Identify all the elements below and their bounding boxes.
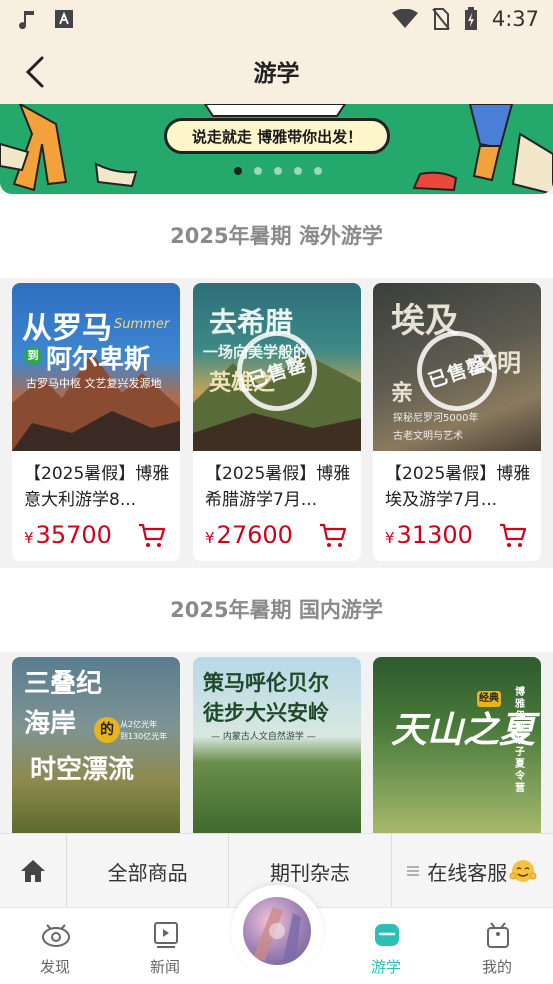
carousel-dot-5[interactable]: [314, 167, 322, 175]
carousel-dot-4[interactable]: [294, 167, 302, 175]
menu-label: 全部商品: [107, 860, 188, 885]
tab-label: 新闻: [149, 958, 180, 976]
back-arrow-icon[interactable]: [22, 55, 50, 89]
price-value: 31300: [396, 521, 473, 549]
product-title: 【2025暑假】博雅埃及游学7月...: [385, 464, 531, 510]
product-image: 策马呼伦贝尔 徒步大兴安岭 — 内蒙古人文自然游学 —: [193, 657, 361, 833]
image-script-text: Summer: [114, 317, 170, 332]
eye-icon: [42, 924, 70, 947]
image-headline: 时空漂流: [30, 755, 135, 785]
image-vertical-text: 博雅伊犁亲子夏令营: [515, 687, 525, 794]
emoji-face-icon: [509, 860, 537, 882]
stamp-text: 已售罄: [425, 352, 490, 393]
image-headline: 天山之夏: [391, 710, 536, 751]
menu-lines-icon: [407, 866, 420, 876]
image-headline: 阿尔卑斯: [46, 345, 151, 375]
carousel-dot-1[interactable]: [234, 167, 242, 175]
product-title: 【2025暑假】博雅意大利游学8...: [24, 464, 170, 510]
image-headline: 海岸: [24, 709, 77, 739]
product-image: 埃及 文明 亲 探秘尼罗河5000年 古老文明与艺术 已售罄: [373, 283, 541, 451]
product-image: 去希腊 一场向美学般的 英雄之 已售罄: [193, 283, 361, 451]
product-title: 【2025暑假】博雅希腊游学7月...: [205, 464, 351, 510]
clock: 4:37: [491, 7, 539, 31]
product-card[interactable]: 从罗马 到 阿尔卑斯 Summer 古罗马中枢 文艺复兴发源地 【2025暑假】…: [12, 283, 180, 561]
music-note-icon: [19, 11, 34, 29]
cart-icon[interactable]: [499, 523, 527, 549]
home-button[interactable]: [0, 834, 67, 908]
carousel-dot-2[interactable]: [254, 167, 262, 175]
product-image: 三叠纪 海岸 的 时空漂流 从2亿光年 到130亿光年: [12, 657, 180, 833]
tab-discover[interactable]: 发现: [5, 908, 105, 984]
status-bar: 4:37: [0, 0, 553, 38]
cart-icon[interactable]: [319, 523, 347, 549]
image-caption: 探秘尼罗河5000年: [393, 413, 479, 424]
center-feature-image: [243, 897, 311, 965]
product-list-overseas: 从罗马 到 阿尔卑斯 Summer 古罗马中枢 文艺复兴发源地 【2025暑假】…: [0, 278, 553, 568]
tab-label: 游学: [370, 958, 401, 976]
nav-bar: 游学: [0, 38, 553, 104]
menu-label: 期刊杂志: [269, 860, 350, 885]
image-badge: 的: [94, 717, 120, 743]
product-card[interactable]: 策马呼伦贝尔 徒步大兴安岭 — 内蒙古人文自然游学 —: [193, 657, 361, 833]
image-badge: 经典: [477, 691, 501, 707]
tab-news[interactable]: 新闻: [115, 908, 215, 984]
image-headline: 三叠纪: [24, 669, 103, 699]
center-feature-button[interactable]: [231, 885, 323, 977]
image-headline: 策马呼伦贝尔: [203, 671, 329, 695]
travel-icon: [375, 924, 399, 946]
price-value: 27600: [216, 521, 293, 549]
home-icon: [21, 860, 45, 882]
image-subtitle: 亲: [391, 381, 414, 406]
image-caption: 古老文明与艺术: [393, 431, 463, 442]
font-app-icon: [55, 10, 73, 28]
image-badge: 到: [24, 347, 42, 365]
image-subtitle: — 内蒙古人文自然游学 —: [211, 732, 316, 742]
image-caption: 从2亿光年: [120, 720, 158, 729]
product-price: ¥27600: [205, 521, 293, 549]
product-image: 从罗马 到 阿尔卑斯 Summer 古罗马中枢 文艺复兴发源地: [12, 283, 180, 451]
product-image: 天山之夏 经典 博雅伊犁亲子夏令营: [373, 657, 541, 833]
banner-slogan: 说走就走 博雅带你出发！: [164, 118, 390, 154]
battery-charging-icon: [464, 7, 477, 30]
menu-label: 在线客服: [427, 860, 508, 885]
section-title: 2025年暑期 国内游学: [170, 598, 383, 622]
currency-symbol: ¥: [24, 529, 34, 547]
image-subtitle: 古罗马中枢 文艺复兴发源地: [26, 377, 162, 390]
product-list-domestic: 三叠纪 海岸 的 时空漂流 从2亿光年 到130亿光年 策马呼伦贝尔 徒步大兴安…: [0, 652, 553, 833]
all-products-button[interactable]: 全部商品: [67, 834, 230, 908]
product-card[interactable]: 埃及 文明 亲 探秘尼罗河5000年 古老文明与艺术 已售罄 【2025暑假】博…: [373, 283, 541, 561]
banner-carousel[interactable]: 说走就走 博雅带你出发！: [0, 104, 553, 194]
section-title: 2025年暑期 海外游学: [170, 224, 383, 248]
product-card[interactable]: 三叠纪 海岸 的 时空漂流 从2亿光年 到130亿光年: [12, 657, 180, 833]
cart-icon[interactable]: [138, 523, 166, 549]
product-price: ¥31300: [385, 521, 473, 549]
product-card[interactable]: 去希腊 一场向美学般的 英雄之 已售罄 【2025暑假】博雅希腊游学7月... …: [193, 283, 361, 561]
news-icon: [154, 922, 178, 948]
no-sim-icon: [432, 8, 450, 30]
tab-label: 发现: [39, 958, 70, 976]
page-title: 游学: [253, 61, 300, 87]
image-headline: 徒步大兴安岭: [203, 701, 329, 725]
product-card[interactable]: 天山之夏 经典 博雅伊犁亲子夏令营: [373, 657, 541, 833]
price-value: 35700: [35, 521, 112, 549]
currency-symbol: ¥: [205, 529, 215, 547]
section-header-overseas: 2025年暑期 海外游学: [0, 194, 553, 278]
currency-symbol: ¥: [385, 529, 395, 547]
section-header-domestic: 2025年暑期 国内游学: [0, 568, 553, 652]
online-service-button[interactable]: 在线客服: [392, 834, 553, 908]
carousel-dot-3[interactable]: [274, 167, 282, 175]
carousel-indicator: [234, 167, 322, 175]
tab-travel-study[interactable]: 游学: [336, 908, 436, 984]
product-price: ¥35700: [24, 521, 112, 549]
tab-label: 我的: [481, 958, 512, 976]
image-caption: 到130亿光年: [120, 732, 168, 741]
wifi-icon: [391, 9, 418, 28]
profile-icon: [487, 922, 509, 948]
stamp-text: 已售罄: [245, 352, 310, 393]
center-illustration: [253, 907, 301, 963]
tab-profile[interactable]: 我的: [447, 908, 547, 984]
